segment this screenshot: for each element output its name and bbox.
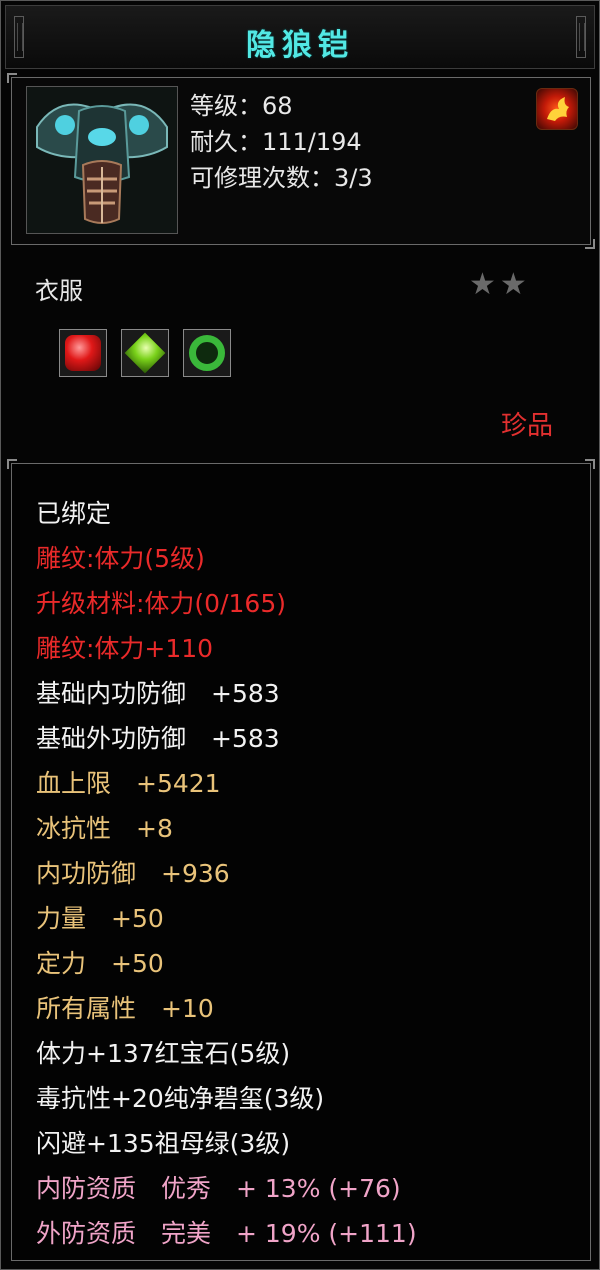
gem-bonus-tourmaline: 毒抗性+20纯净碧玺(3级) — [36, 1084, 325, 1113]
composure: 定力 +50 — [36, 949, 164, 978]
armor-portrait-icon — [26, 86, 178, 234]
item-stats: 等级：68 耐久：111/194 可修理次数：3/3 — [190, 88, 373, 196]
green-gem-icon[interactable] — [121, 329, 169, 377]
all-attributes: 所有属性 +10 — [36, 994, 214, 1023]
durability-text: 耐久：111/194 — [190, 128, 362, 156]
max-hp: 血上限 +5421 — [36, 769, 221, 798]
title-bar: 隐狼铠 — [5, 5, 595, 69]
item-name: 隐狼铠 — [246, 28, 354, 63]
jade-ring-icon[interactable] — [183, 329, 231, 377]
outer-defense-aptitude: 外防资质 完美 + 19% (+111) — [36, 1219, 417, 1248]
flame-icon — [536, 88, 578, 130]
star-icon: ★★ — [469, 267, 531, 302]
item-type-label: 衣服 — [35, 277, 83, 305]
base-outer-defense: 基础外功防御 +583 — [36, 724, 280, 753]
quality-label: 珍品 — [500, 411, 553, 441]
upgrade-material: 升级材料:体力(0/165) — [36, 589, 286, 618]
gem-bonus-ruby: 体力+137红宝石(5级) — [36, 1039, 291, 1068]
engrave-level: 雕纹:体力(5级) — [36, 544, 205, 573]
item-tooltip: 隐狼铠 等级：68 耐久：111/194 可修理次数：3/3 衣服 ★★ 珍品 … — [0, 0, 600, 1270]
inner-defense-aptitude: 内防资质 优秀 + 13% (+76) — [36, 1174, 401, 1203]
repair-count-text: 可修理次数：3/3 — [190, 164, 373, 192]
level-text: 等级：68 — [190, 92, 293, 120]
attributes-panel: 已绑定 雕纹:体力(5级) 升级材料:体力(0/165) 雕纹:体力+110 基… — [7, 459, 595, 1261]
base-inner-defense: 基础内功防御 +583 — [36, 679, 280, 708]
bound-status: 已绑定 — [36, 499, 112, 528]
inner-defense: 内功防御 +936 — [36, 859, 230, 888]
item-header-panel: 等级：68 耐久：111/194 可修理次数：3/3 — [7, 73, 595, 249]
ice-resistance: 冰抗性 +8 — [36, 814, 173, 843]
gem-bonus-emerald: 闪避+135祖母绿(3级) — [36, 1129, 291, 1158]
strength: 力量 +50 — [36, 904, 164, 933]
engrave-bonus: 雕纹:体力+110 — [36, 634, 214, 663]
red-gem-icon[interactable] — [59, 329, 107, 377]
